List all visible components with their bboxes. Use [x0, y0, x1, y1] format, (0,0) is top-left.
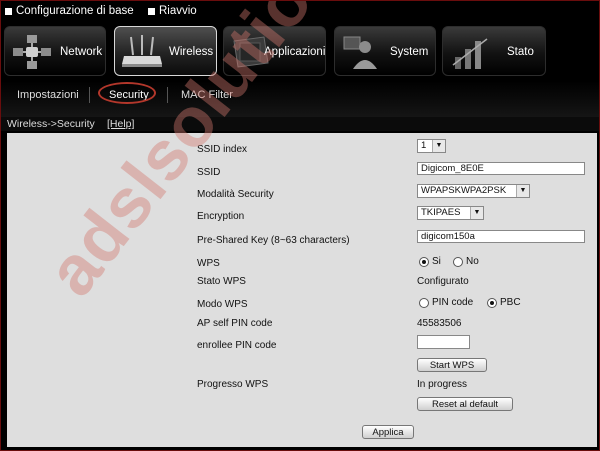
radio-selected-icon	[487, 297, 497, 308]
wps-label: WPS	[197, 258, 220, 269]
basic-config-label: Configurazione di base	[16, 5, 134, 17]
security-mode-select[interactable]: WPAPSKWPA2PSK ▼	[417, 184, 530, 198]
security-highlight-circle	[98, 82, 156, 104]
wireless-router-icon	[122, 35, 162, 67]
help-link[interactable]: [Help]	[107, 118, 134, 130]
wps-status-value: Configurato	[417, 276, 469, 287]
breadcrumb-path: Wireless->Security	[7, 118, 95, 130]
subtab-impostazioni[interactable]: Impostazioni	[17, 89, 79, 101]
top-bar: Configurazione di base Riavvio	[1, 1, 599, 23]
nav-network-label: Network	[60, 46, 103, 58]
wps-no-label: No	[466, 256, 479, 267]
basic-config-link[interactable]: Configurazione di base	[5, 5, 134, 17]
router-admin-window: Configurazione di base Riavvio Network W…	[0, 0, 600, 451]
sub-nav: Impostazioni Security MAC Filter	[1, 81, 599, 118]
reboot-label: Riavvio	[159, 5, 197, 17]
nav-system[interactable]: System	[334, 26, 436, 76]
ap-pin-value: 45583506	[417, 318, 462, 329]
wps-pbc-label: PBC	[500, 297, 521, 308]
nav-wireless-label: Wireless	[169, 46, 214, 58]
ap-pin-label: AP self PIN code	[197, 318, 273, 329]
wps-pin-radio[interactable]: PIN code	[419, 297, 473, 308]
security-form-panel: SSID index 1 ▼ SSID Digicom_8E0E Modalit…	[7, 133, 597, 447]
chevron-down-icon: ▼	[516, 185, 529, 197]
square-bullet-icon	[5, 7, 12, 15]
radio-unselected-icon	[453, 256, 463, 267]
wps-si-label: Si	[432, 256, 441, 267]
network-icon	[13, 35, 51, 69]
subnav-divider	[89, 87, 90, 103]
radio-unselected-icon	[419, 297, 429, 308]
reboot-link[interactable]: Riavvio	[148, 5, 197, 17]
start-wps-button[interactable]: Start WPS	[417, 358, 487, 372]
security-mode-value: WPAPSKWPA2PSK	[421, 185, 507, 196]
reset-default-button[interactable]: Reset al default	[417, 397, 513, 411]
apply-button[interactable]: Applica	[362, 425, 414, 439]
wps-pin-label: PIN code	[432, 297, 474, 308]
nav-stato-label: Stato	[507, 46, 534, 58]
wps-pbc-radio[interactable]: PBC	[487, 297, 521, 308]
ssid-input[interactable]: Digicom_8E0E	[417, 162, 585, 175]
nav-system-label: System	[390, 46, 429, 58]
wps-no-radio[interactable]: No	[453, 256, 479, 267]
wps-progress-label: Progresso WPS	[197, 379, 269, 390]
subtab-mac-filter[interactable]: MAC Filter	[181, 89, 233, 101]
ssid-index-label: SSID index	[197, 144, 248, 155]
wps-si-radio[interactable]: Si	[419, 256, 441, 267]
nav-applicazioni[interactable]: Applicazioni	[223, 26, 326, 76]
square-bullet-icon	[148, 7, 155, 15]
radio-selected-icon	[419, 256, 429, 267]
chevron-down-icon: ▼	[470, 207, 483, 219]
psk-input[interactable]: digicom150a	[417, 230, 585, 243]
system-person-icon	[343, 36, 377, 69]
security-mode-label: Modalità Security	[197, 189, 274, 200]
wps-mode-label: Modo WPS	[197, 299, 248, 310]
enrollee-pin-label: enrollee PIN code	[197, 340, 277, 351]
ssid-label: SSID	[197, 167, 221, 178]
encryption-label: Encryption	[197, 211, 245, 222]
nav-applicazioni-label: Applicazioni	[264, 46, 326, 58]
subnav-divider	[167, 87, 168, 103]
status-chart-icon	[452, 38, 488, 69]
main-nav: Network Wireless Applicazioni System Sta…	[1, 23, 599, 81]
encryption-value: TKIPAES	[421, 207, 461, 218]
nav-wireless[interactable]: Wireless	[114, 26, 217, 76]
nav-network[interactable]: Network	[4, 26, 106, 76]
enrollee-pin-input[interactable]	[417, 335, 470, 349]
wps-progress-value: In progress	[417, 379, 468, 390]
ssid-index-value: 1	[421, 140, 427, 151]
psk-label: Pre-Shared Key (8~63 characters)	[197, 235, 350, 246]
chevron-down-icon: ▼	[432, 140, 445, 152]
encryption-select[interactable]: TKIPAES ▼	[417, 206, 484, 220]
wps-status-label: Stato WPS	[197, 276, 246, 287]
ssid-index-select[interactable]: 1 ▼	[417, 139, 446, 153]
breadcrumb: Wireless->Security [Help]	[1, 117, 599, 131]
nav-stato[interactable]: Stato	[442, 26, 546, 76]
